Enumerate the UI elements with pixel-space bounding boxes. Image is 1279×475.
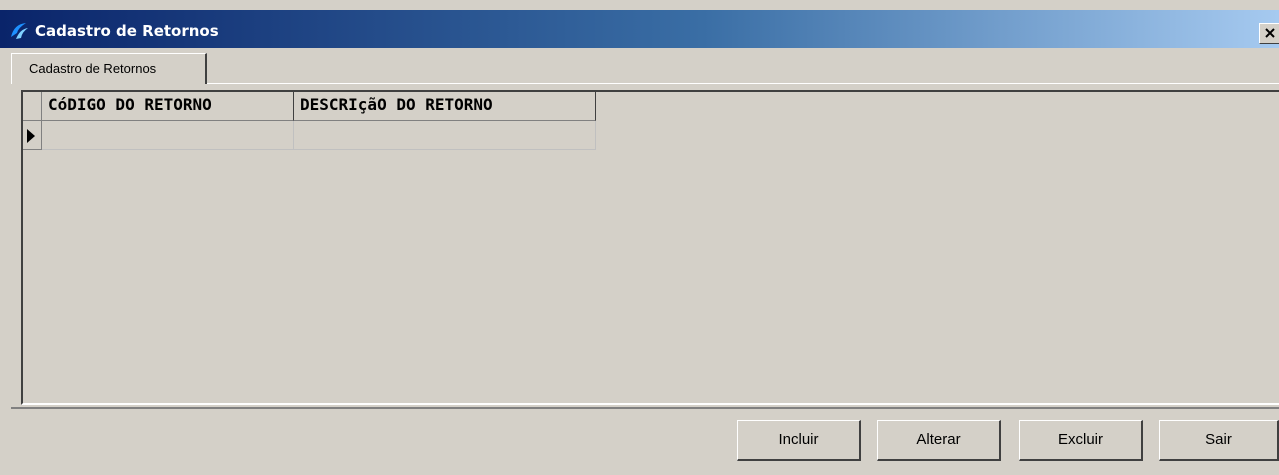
sair-button[interactable]: Sair: [1159, 420, 1279, 461]
incluir-button[interactable]: Incluir: [737, 420, 861, 461]
tab-panel-border: [207, 83, 1279, 84]
excluir-button[interactable]: Excluir: [1019, 420, 1143, 461]
app-logo-icon: [8, 20, 30, 42]
window-title: Cadastro de Retornos: [35, 22, 219, 40]
tab-cadastro-de-retornos[interactable]: Cadastro de Retornos: [11, 53, 207, 84]
row-indicator[interactable]: [23, 121, 42, 150]
grid-corner-cell: [23, 92, 42, 121]
column-header-descricao[interactable]: DESCRIçãO DO RETORNO: [294, 92, 596, 121]
alterar-button[interactable]: Alterar: [877, 420, 1001, 461]
close-icon: [1265, 28, 1275, 38]
table-cell-codigo[interactable]: [42, 121, 294, 150]
column-header-codigo[interactable]: CóDIGO DO RETORNO: [42, 92, 294, 121]
divider: [11, 407, 1279, 409]
current-row-arrow-icon: [27, 129, 35, 143]
title-bar: Cadastro de Retornos: [0, 10, 1279, 48]
close-button[interactable]: [1259, 23, 1279, 44]
tab-label: Cadastro de Retornos: [29, 61, 157, 76]
table-cell-descricao[interactable]: [294, 121, 596, 150]
retornos-grid[interactable]: CóDIGO DO RETORNO DESCRIçãO DO RETORNO: [21, 90, 1279, 405]
